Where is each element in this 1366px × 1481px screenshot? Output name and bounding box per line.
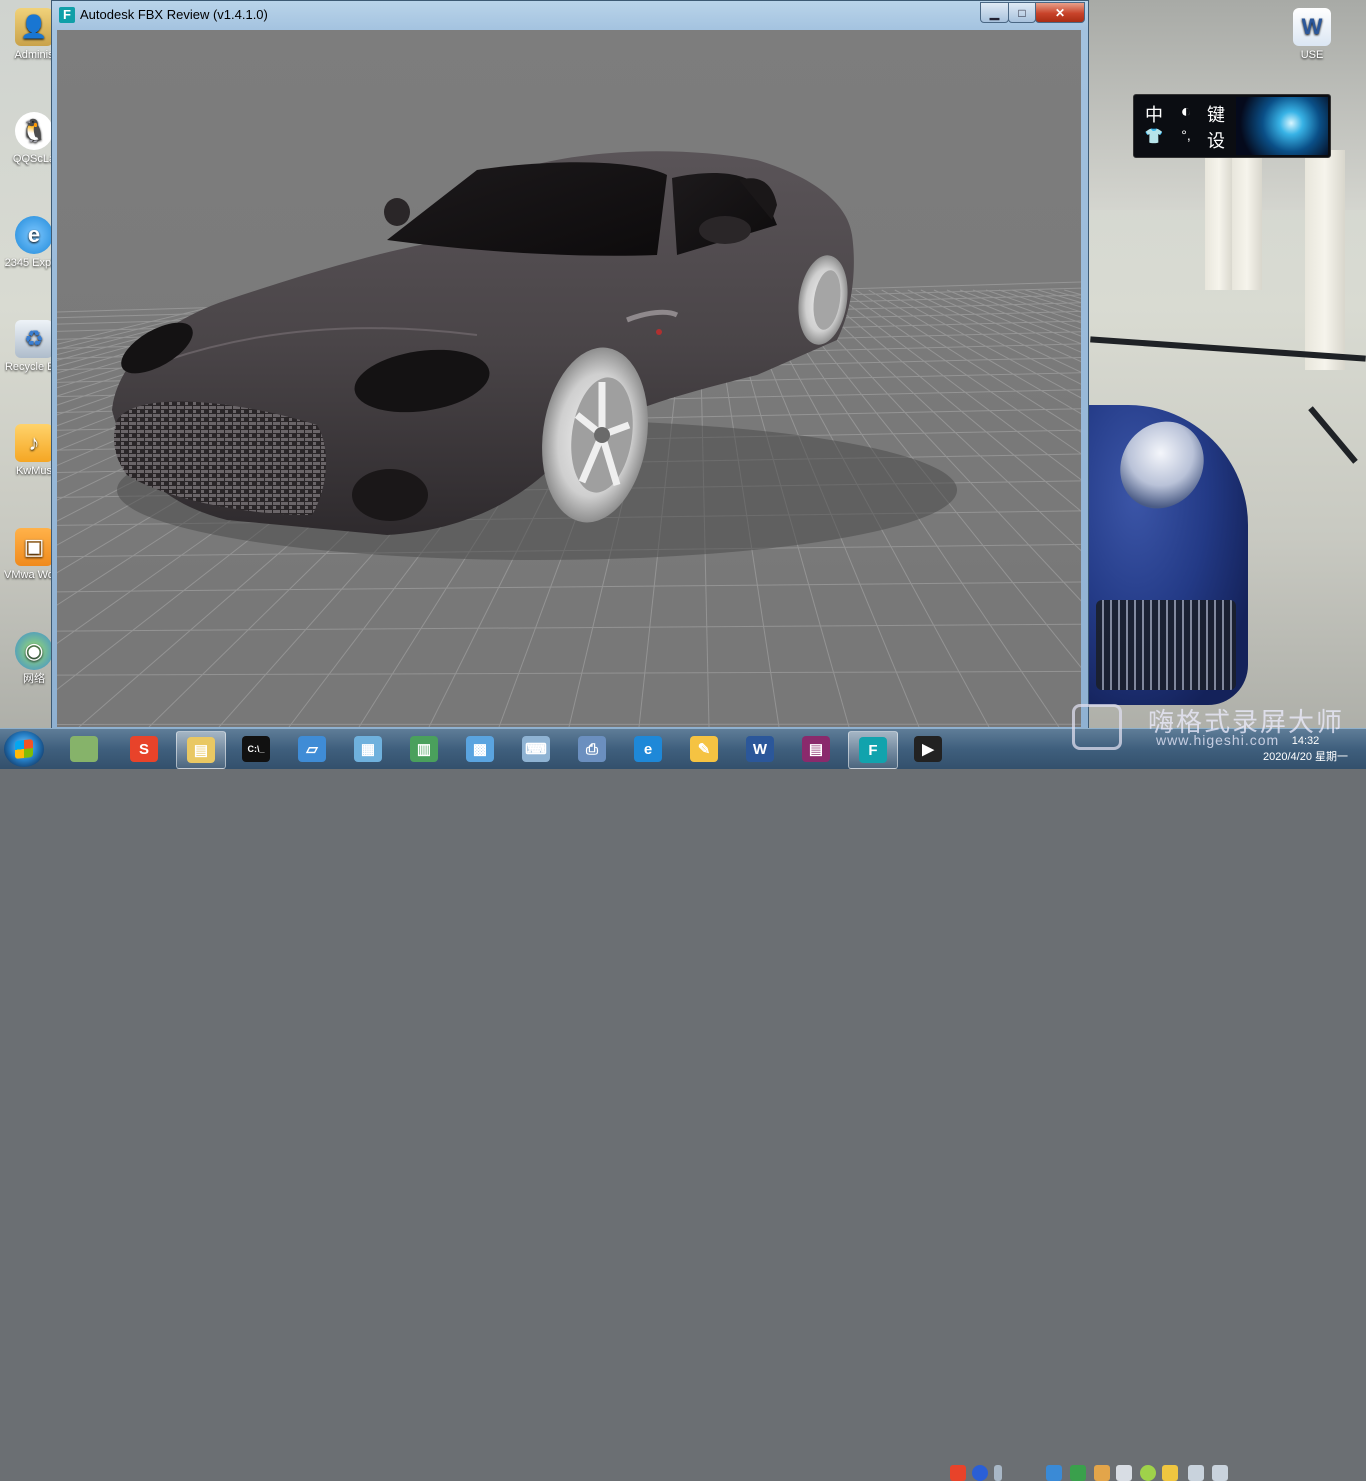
ime-chinese-mode-toggle[interactable]: 中 [1142,101,1166,127]
ime-settings-button[interactable]: 设 [1204,127,1228,153]
taskbar-button-ie-taskbar[interactable]: e [624,731,672,767]
fbx-app-icon[interactable]: F [59,7,75,23]
tray-qq-icon[interactable] [1162,1465,1178,1481]
wallpaper-pillar [1205,140,1233,290]
network-settings-icon: ⎙ [578,736,606,762]
word-document-icon: W [1293,8,1331,46]
ime-punctuation-toggle[interactable]: °, [1174,127,1198,143]
taskbar-button-tablet-pc[interactable]: ▱ [288,731,336,767]
control-panel-icon: ▩ [466,736,494,762]
taskbar-button-winrar[interactable]: ▤ [792,731,840,767]
volume-icon[interactable] [1188,1465,1204,1481]
tray-shield-icon[interactable] [1046,1465,1062,1481]
taskbar-button-video-recorder[interactable]: ▶ [904,731,952,767]
taskbar-button-control-panel[interactable]: ▩ [456,731,504,767]
tray-camera-icon[interactable] [1116,1465,1132,1481]
windows-logo-icon [15,739,33,759]
desktop-icon-use-document[interactable]: W USE [1282,8,1342,63]
minimize-button[interactable]: ▁ [980,2,1009,23]
taskbar-button-calculator[interactable]: ▦ [344,731,392,767]
kuwo-music-icon: ♪ [15,424,53,462]
word-icon: W [746,736,774,762]
taskbar: S ▤ C:\_ ▱ ▦ ▥ ▩ ⌨ ⎙ e ✎ W ▤ F ▶ 14:32 2020/4/20 星期一 [0,728,1366,769]
eraser-app-icon: ✎ [690,736,718,762]
ie-taskbar-icon: e [634,736,662,762]
command-prompt-icon: C:\_ [242,736,270,762]
desktop-icon-label: USE [1282,48,1342,63]
3d-viewport[interactable] [57,30,1081,727]
ie-browser-icon: e [15,216,53,254]
tray-battery-icon[interactable] [1070,1465,1086,1481]
viewport-scene [57,30,1081,727]
taskbar-button-system-monitor[interactable]: ▥ [400,731,448,767]
taskbar-button-word[interactable]: W [736,731,784,767]
ime-keyboard-button[interactable]: 键 [1204,101,1228,127]
fbx-review-icon: F [859,737,887,763]
ime-skin-graphic [1236,97,1328,155]
tray-help-icon[interactable] [972,1465,988,1481]
tray-wechat-icon[interactable] [1140,1465,1156,1481]
start-button[interactable] [4,731,44,767]
taskbar-button-sogou-input[interactable]: S [120,731,168,767]
network-globe-icon: ◉ [15,632,53,670]
desktop-switch-icon [70,736,98,762]
recycle-bin-icon: ♻ [15,320,53,358]
system-clock[interactable]: 14:32 2020/4/20 星期一 [1263,733,1348,765]
system-monitor-icon: ▥ [410,736,438,762]
tray-expand-icon[interactable] [994,1465,1002,1481]
taskbar-button-fbx-review[interactable]: F [848,731,898,769]
wallpaper-car-grille [1096,600,1236,690]
clock-date: 2020/4/20 星期一 [1263,749,1348,765]
file-explorer-icon: ▤ [187,737,215,763]
tray-sogou-icon[interactable] [950,1465,966,1481]
taskbar-button-command-prompt[interactable]: C:\_ [232,731,280,767]
tablet-pc-icon: ▱ [298,736,326,762]
taskbar-button-network-settings[interactable]: ⎙ [568,731,616,767]
video-recorder-icon: ▶ [914,736,942,762]
winrar-icon: ▤ [802,736,830,762]
maximize-button[interactable]: □ [1008,2,1036,23]
keyboard-icon: ⌨ [522,736,550,762]
taskbar-button-eraser-app[interactable]: ✎ [680,731,728,767]
window-title: Autodesk FBX Review (v1.4.1.0) [80,7,268,22]
user-folder-icon: 👤 [15,8,53,46]
tray-notification-icon[interactable] [1094,1465,1110,1481]
network-tray-icon[interactable] [1212,1465,1228,1481]
qq-penguin-icon: 🐧 [15,112,53,150]
close-button[interactable]: ✕ [1035,2,1085,23]
fbx-review-window: F Autodesk FBX Review (v1.4.1.0) ▁ □ ✕ [51,0,1089,730]
sogou-input-icon: S [130,736,158,762]
taskbar-show-desktop[interactable] [60,731,108,767]
ime-skin-button[interactable]: 👕 [1142,127,1166,145]
taskbar-button-keyboard[interactable]: ⌨ [512,731,560,767]
taskbar-button-file-explorer[interactable]: ▤ [176,731,226,769]
ime-fullwidth-toggle[interactable]: ◐ [1174,101,1198,122]
calculator-icon: ▦ [354,736,382,762]
wallpaper-pillar [1305,150,1345,370]
window-titlebar[interactable]: F Autodesk FBX Review (v1.4.1.0) ▁ □ ✕ [52,1,1088,29]
clock-time: 14:32 [1263,733,1348,749]
vmware-icon: ▣ [15,528,53,566]
ime-status-bar[interactable]: 中 ◐ 键 👕 °, 设 [1133,94,1331,158]
